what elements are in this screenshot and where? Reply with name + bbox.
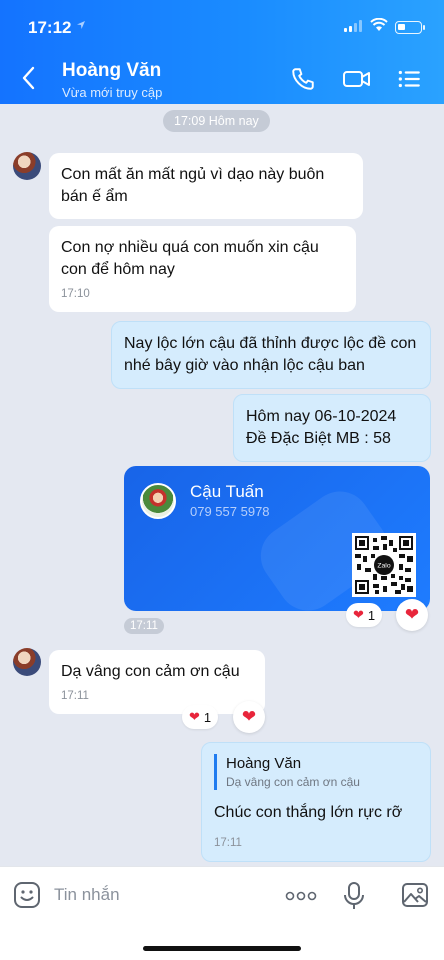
emoji-sticker-icon[interactable] — [13, 881, 41, 909]
heart-icon: ❤ — [353, 607, 364, 622]
message-text: Nay lộc lớn cậu đã thỉnh được lộc đề con… — [124, 335, 417, 374]
message-bubble-outgoing[interactable]: Nay lộc lớn cậu đã thỉnh được lộc đề con… — [111, 321, 431, 389]
contact-card-name: Cậu Tuấn — [190, 482, 264, 501]
status-bar: 17:12 — [0, 14, 444, 42]
contact-card-phone: 079 557 5978 — [190, 504, 270, 519]
react-heart-button[interactable]: ❤ — [396, 599, 428, 631]
message-text: Chúc con thắng lớn rực rỡ — [214, 804, 403, 821]
image-gallery-icon[interactable] — [401, 881, 429, 909]
message-bubble-reply[interactable]: Hoàng Văn Dạ vâng con cảm ơn cậu Chúc co… — [201, 742, 431, 862]
cellular-signal-icon — [344, 20, 362, 32]
message-text: Con nợ nhiều quá con muốn xin cậu con để… — [61, 239, 319, 278]
microphone-icon[interactable] — [343, 881, 365, 911]
message-input[interactable]: Tin nhắn — [54, 885, 120, 905]
message-bubble-incoming[interactable]: Con nợ nhiều quá con muốn xin cậu con để… — [49, 226, 356, 312]
message-time: 17:11 — [214, 837, 242, 849]
contact-name[interactable]: Hoàng Văn — [62, 60, 161, 82]
contact-card-avatar — [140, 483, 176, 519]
contact-status: Vừa mới truy cập — [62, 85, 163, 100]
react-heart-button[interactable]: ❤ — [233, 701, 265, 733]
message-time: 17:11 — [124, 618, 164, 634]
phone-call-icon[interactable] — [290, 66, 316, 92]
battery-icon — [395, 21, 425, 34]
more-options-icon[interactable] — [285, 891, 317, 901]
qr-code[interactable]: Zalo — [352, 533, 416, 597]
message-text: Con mất ăn mất ngủ vì dạo này buôn bán ế… — [61, 166, 325, 205]
message-input-bar: Tin nhắn — [0, 866, 444, 960]
reaction-summary[interactable]: ❤ 1 — [346, 603, 383, 627]
message-text: Dạ vâng con cảm ơn cậu — [61, 663, 240, 680]
home-indicator[interactable] — [143, 946, 301, 951]
message-bubble-outgoing[interactable]: Hôm nay 06-10-2024 Đề Đặc Biệt MB : 58 — [233, 394, 431, 462]
heart-icon: ❤ — [189, 709, 200, 724]
message-text-line: Đề Đặc Biệt MB : 58 — [246, 430, 391, 447]
date-separator: 17:09 Hôm nay — [163, 110, 270, 132]
heart-icon: ❤ — [241, 707, 257, 726]
back-arrow-icon[interactable] — [22, 66, 36, 90]
location-icon — [77, 21, 85, 29]
message-bubble-incoming[interactable]: Con mất ăn mất ngủ vì dạo này buôn bán ế… — [49, 153, 363, 219]
message-time: 17:11 — [61, 690, 89, 702]
message-text-line: Hôm nay 06-10-2024 — [246, 408, 397, 425]
quoted-sender: Hoàng Văn — [226, 755, 302, 772]
qr-badge-label: Zalo — [377, 563, 390, 570]
quoted-message[interactable]: Hoàng Văn Dạ vâng con cảm ơn cậu — [214, 754, 418, 790]
message-bubble-incoming[interactable]: Dạ vâng con cảm ơn cậu 17:11 — [49, 650, 265, 714]
chat-header: 17:12 Hoàng Văn Vừa mới truy cập — [0, 0, 444, 104]
video-call-icon[interactable] — [342, 66, 372, 92]
reaction-summary[interactable]: ❤ 1 — [182, 705, 219, 729]
quoted-text: Dạ vâng con cảm ơn cậu — [226, 775, 360, 789]
status-time: 17:12 — [28, 18, 72, 37]
reaction-count: 1 — [367, 607, 376, 623]
menu-list-icon[interactable] — [396, 66, 422, 92]
wifi-icon — [370, 18, 388, 31]
qr-code-image: Zalo — [355, 536, 413, 594]
reaction-count: 1 — [203, 709, 212, 725]
message-time: 17:10 — [61, 288, 90, 300]
contact-card[interactable]: Cậu Tuấn 079 557 5978 Zalo — [124, 466, 430, 611]
avatar[interactable] — [13, 152, 41, 180]
avatar[interactable] — [13, 648, 41, 676]
heart-icon: ❤ — [404, 605, 420, 624]
